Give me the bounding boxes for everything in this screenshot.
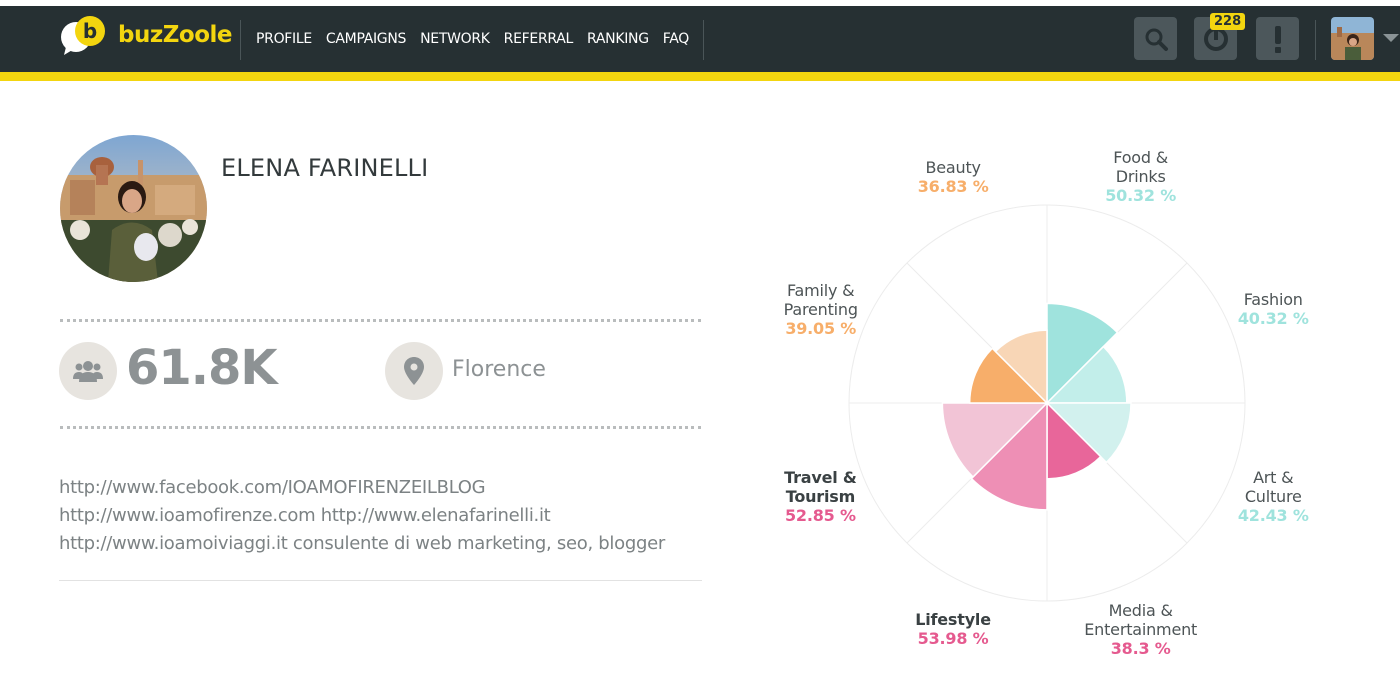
notification-count-badge: 228 <box>1210 13 1246 30</box>
chart-label-name: Travel & <box>784 468 857 488</box>
chart-label-value: 42.43 % <box>1237 506 1309 526</box>
user-avatar-menu[interactable] <box>1331 17 1374 60</box>
profile-avatar <box>60 135 207 282</box>
location-text: Florence <box>452 357 546 382</box>
nav-divider <box>240 20 241 60</box>
chart-label-name: Tourism <box>785 487 856 507</box>
svg-text:b: b <box>83 19 97 43</box>
chart-label: Fashion 40.32 % <box>1238 290 1309 328</box>
map-pin-icon <box>404 357 424 385</box>
chart-label: Food & Drinks 50.32 % <box>1105 148 1176 205</box>
avatar-photo-icon <box>1331 17 1374 60</box>
chart-label-value: 53.98 % <box>917 629 989 649</box>
chart-label: Beauty 36.83 % <box>918 158 989 196</box>
bio-line: http://www.facebook.com/IOAMOFIRENZEILBL… <box>59 477 486 498</box>
dotted-divider <box>60 319 701 322</box>
logo-bubble-icon: b <box>58 13 112 57</box>
bio-line: http://www.ioamofirenze.com http://www.e… <box>59 505 551 526</box>
chart-label-value: 36.83 % <box>917 176 989 196</box>
profile-name: ELENA FARINELLI <box>221 154 429 182</box>
nav-divider <box>703 20 704 60</box>
followers-icon-circle <box>59 342 117 400</box>
chart-label: Art & Culture 42.43 % <box>1238 468 1309 525</box>
buzzoole-logo[interactable]: b buzZoole <box>58 13 233 57</box>
nav-item-campaigns[interactable]: CAMPAIGNS <box>326 31 407 47</box>
chart-label-value: 40.32 % <box>1237 309 1309 329</box>
location-icon-circle <box>385 342 443 400</box>
chart-label-name: Fashion <box>1243 290 1303 310</box>
chart-label-name: Culture <box>1244 487 1302 507</box>
chevron-down-icon[interactable] <box>1383 34 1399 42</box>
alerts-button[interactable] <box>1256 17 1299 60</box>
chart-label: Travel & Tourism 52.85 % <box>784 468 857 525</box>
search-icon <box>1145 28 1168 51</box>
chart-label-name: Entertainment <box>1084 619 1198 639</box>
polar-chart-svg <box>848 204 1246 602</box>
nav-item-network[interactable]: NETWORK <box>420 31 490 47</box>
chart-label-value: 39.05 % <box>785 318 857 338</box>
nav-item-faq[interactable]: FAQ <box>663 31 690 47</box>
chart-label-name: Parenting <box>783 299 858 319</box>
followers-count: 61.8K <box>126 340 278 396</box>
chart-label-name: Art & <box>1253 468 1294 488</box>
chart-label-name: Beauty <box>925 157 981 177</box>
chart-label-name: Family & <box>787 280 855 300</box>
section-divider <box>59 580 702 581</box>
profile-bio: http://www.facebook.com/IOAMOFIRENZEILBL… <box>59 474 665 558</box>
chart-label-value: 52.85 % <box>785 506 856 526</box>
interests-polar-chart: Food & Drinks 50.32 % Fashion 40.32 % Art & Cu… <box>740 130 1360 680</box>
search-button[interactable] <box>1134 17 1177 60</box>
exclamation-icon <box>1274 25 1281 53</box>
bio-line: http://www.ioamoiviaggi.it consulente di… <box>59 533 665 554</box>
navbar-accent-stripe <box>0 72 1400 81</box>
chart-label-name: Drinks <box>1115 167 1166 187</box>
chart-label: Media & Entertainment 38.3 % <box>1084 601 1197 658</box>
nav-item-profile[interactable]: PROFILE <box>256 31 312 47</box>
nav-item-referral[interactable]: REFERRAL <box>504 31 574 47</box>
main-nav: PROFILE CAMPAIGNS NETWORK REFERRAL RANKI… <box>256 6 703 72</box>
nav-divider <box>1315 20 1316 60</box>
chart-label: Family & Parenting 39.05 % <box>784 281 858 338</box>
logo-wordmark: buzZoole <box>118 22 233 48</box>
dotted-divider <box>60 426 701 429</box>
users-icon <box>73 361 103 382</box>
chart-label-name: Lifestyle <box>915 610 991 630</box>
chart-label: Lifestyle 53.98 % <box>915 610 991 648</box>
chart-label-name: Media & <box>1108 600 1173 620</box>
chart-label-value: 50.32 % <box>1105 186 1177 206</box>
nav-item-ranking[interactable]: RANKING <box>587 31 649 47</box>
chart-label-name: Food & <box>1113 148 1169 168</box>
chart-label-value: 38.3 % <box>1110 638 1171 658</box>
